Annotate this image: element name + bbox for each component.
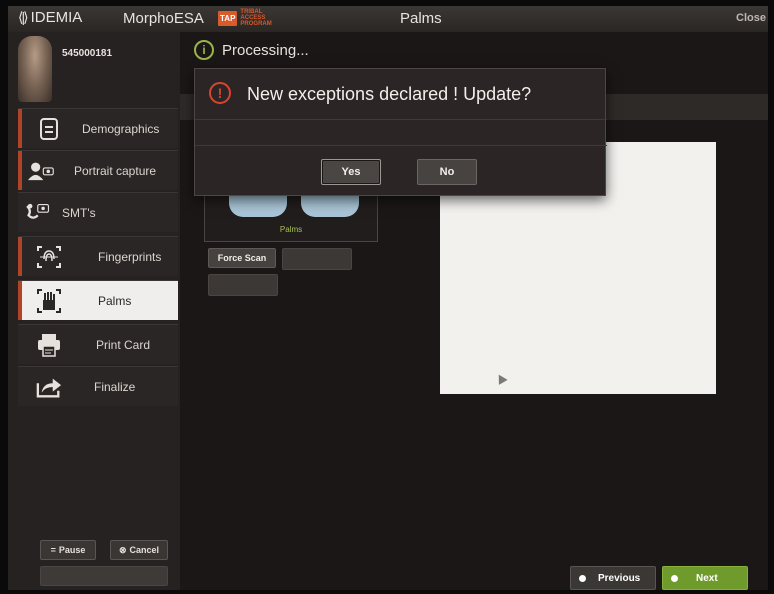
sidebar-item-portrait-capture[interactable]: Portrait capture [18, 150, 178, 190]
sidebar: 545000181 Demographics Portrait capture … [8, 32, 180, 590]
portrait-camera-icon [28, 159, 54, 183]
sidebar-item-label: Demographics [82, 122, 160, 136]
next-button[interactable]: Next [662, 566, 748, 590]
dialog-message: New exceptions declared ! Update? [247, 84, 532, 104]
disabled-bottom-button[interactable] [40, 566, 168, 586]
export-icon [36, 375, 62, 399]
printer-icon [36, 333, 62, 357]
mouse-cursor-icon [494, 372, 508, 385]
sidebar-item-print-card[interactable]: Print Card [18, 324, 178, 364]
exceptions-dialog: ! New exceptions declared ! Update? Yes … [194, 68, 607, 196]
cancel-button[interactable]: ⊗ Cancel [110, 540, 168, 560]
yes-button[interactable]: Yes [321, 159, 381, 185]
previous-button[interactable]: Previous [570, 566, 656, 590]
disabled-action-button[interactable] [208, 274, 278, 296]
user-id: 545000181 [62, 48, 113, 59]
fingerprint-icon [36, 245, 62, 269]
sidebar-item-smts[interactable]: SMT's [18, 192, 178, 232]
sidebar-item-label: SMT's [62, 206, 96, 220]
warning-icon: ! [209, 82, 231, 104]
sidebar-item-finalize[interactable]: Finalize [18, 366, 178, 406]
next-label: Next [696, 572, 718, 584]
idemia-logo: ⟨|⟩ IDEMIA [18, 9, 82, 26]
item-marker [18, 281, 22, 320]
smt-camera-icon [24, 201, 50, 225]
title-bar: ⟨|⟩ IDEMIA MorphoESA TAP TRIBAL ACCESS P… [8, 6, 768, 32]
idemia-logo-icon: ⟨|⟩ [18, 9, 28, 25]
tap-badge: TAP [218, 10, 238, 26]
page-title: Palms [400, 10, 442, 27]
dialog-divider [195, 119, 607, 120]
app-name: MorphoESA [123, 10, 204, 27]
previous-label: Previous [598, 572, 641, 584]
sidebar-item-label: Portrait capture [74, 164, 157, 178]
sidebar-item-palms[interactable]: Palms [18, 280, 178, 320]
status-text: Processing... [222, 41, 309, 59]
tap-logo: TAP TRIBAL ACCESS PROGRAM [218, 9, 276, 27]
document-icon [36, 117, 62, 141]
cancel-label: Cancel [129, 545, 160, 555]
force-scan-button[interactable]: Force Scan [208, 248, 276, 268]
item-marker [18, 109, 22, 148]
sidebar-item-label: Print Card [96, 338, 151, 352]
close-button[interactable]: Close [736, 12, 766, 24]
user-block: 545000181 [8, 32, 180, 106]
pause-icon: = [50, 545, 56, 555]
tap-program-text: TRIBAL ACCESS PROGRAM [240, 9, 272, 27]
avatar [18, 36, 52, 102]
item-marker [18, 237, 22, 276]
sidebar-item-label: Fingerprints [98, 250, 162, 264]
previous-icon [579, 574, 586, 582]
info-icon: i [194, 40, 214, 60]
status-row: i Processing... [194, 40, 309, 60]
pause-button[interactable]: = Pause [40, 540, 96, 560]
palm-label: Palms [279, 225, 303, 234]
cancel-icon: ⊗ [118, 544, 127, 555]
app-window: ⟨|⟩ IDEMIA MorphoESA TAP TRIBAL ACCESS P… [8, 6, 768, 590]
pause-label: Pause [58, 545, 86, 555]
sidebar-item-fingerprints[interactable]: Fingerprints [18, 236, 178, 276]
dialog-divider [195, 145, 607, 146]
no-button[interactable]: No [417, 159, 477, 185]
sidebar-item-label: Palms [98, 294, 132, 308]
palm-icon [36, 289, 62, 313]
brand-name: IDEMIA [30, 9, 83, 26]
sidebar-item-demographics[interactable]: Demographics [18, 108, 178, 148]
sidebar-item-label: Finalize [94, 380, 136, 394]
next-icon [671, 574, 678, 582]
disabled-scan-button[interactable] [282, 248, 352, 270]
item-marker [18, 151, 22, 190]
